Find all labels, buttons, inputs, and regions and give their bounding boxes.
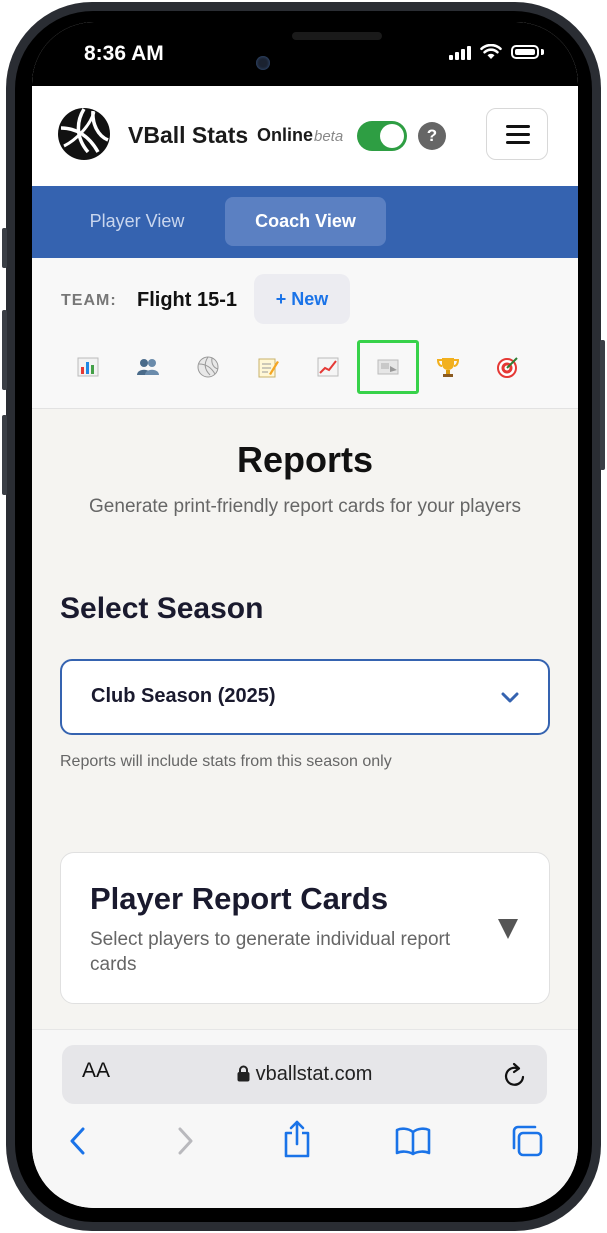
section-icon-row bbox=[32, 340, 578, 396]
lock-icon bbox=[237, 1065, 250, 1082]
action-button bbox=[2, 228, 7, 268]
page-subtitle: Generate print-friendly report cards for… bbox=[89, 496, 521, 517]
team-label: TEAM: bbox=[61, 292, 117, 309]
online-label: Online bbox=[257, 125, 314, 145]
tabs-icon[interactable] bbox=[510, 1124, 544, 1158]
help-button[interactable]: ? bbox=[418, 122, 446, 150]
players-icon[interactable] bbox=[117, 340, 179, 394]
app-title: VBall Stats bbox=[128, 122, 249, 148]
app-header: VBall Stats Online beta ? bbox=[32, 86, 578, 187]
season-dropdown[interactable]: Club Season (2025) bbox=[60, 659, 550, 735]
browser-toolbar: AA vballstat.com bbox=[32, 1029, 578, 1208]
toggle-knob bbox=[380, 124, 404, 148]
hamburger-menu-button[interactable] bbox=[486, 108, 548, 160]
reload-icon[interactable] bbox=[503, 1062, 527, 1088]
view-tabs: Player View Coach View bbox=[32, 186, 578, 258]
volleyball-icon[interactable] bbox=[177, 340, 239, 394]
status-bar: 8:36 AM bbox=[32, 22, 578, 86]
trend-chart-icon[interactable] bbox=[297, 340, 359, 394]
team-bar: TEAM: Flight 15-1 + New bbox=[32, 258, 578, 409]
card-title: Player Report Cards bbox=[90, 881, 389, 916]
url-text: vballstat.com bbox=[255, 1063, 373, 1085]
report-card-icon[interactable] bbox=[357, 340, 419, 394]
address-bar[interactable]: AA vballstat.com bbox=[62, 1045, 547, 1104]
volume-up-button bbox=[2, 310, 7, 390]
tab-player-view[interactable]: Player View bbox=[67, 197, 207, 246]
forward-icon[interactable] bbox=[175, 1126, 195, 1156]
tab-coach-view[interactable]: Coach View bbox=[225, 197, 386, 246]
season-hint: Reports will include stats from this sea… bbox=[60, 753, 392, 770]
player-report-cards-panel[interactable]: Player Report Cards Select players to ge… bbox=[60, 852, 550, 1004]
front-camera bbox=[256, 56, 270, 70]
status-icons bbox=[449, 44, 544, 60]
page-title: Reports bbox=[236, 439, 374, 480]
status-time: 8:36 AM bbox=[84, 42, 164, 65]
beta-label: beta bbox=[314, 128, 344, 145]
notes-icon[interactable] bbox=[237, 340, 299, 394]
power-button bbox=[600, 340, 605, 470]
select-season-heading: Select Season bbox=[60, 592, 264, 625]
screen: 8:36 AM VBall Stats Online beta ? Player… bbox=[32, 22, 578, 1208]
trophy-icon[interactable] bbox=[417, 340, 479, 394]
share-icon[interactable] bbox=[282, 1120, 312, 1158]
new-team-button[interactable]: + New bbox=[254, 274, 350, 324]
volleyball-logo-icon[interactable] bbox=[58, 108, 110, 160]
season-value: Club Season (2025) bbox=[91, 685, 276, 707]
bar-chart-icon[interactable] bbox=[57, 340, 119, 394]
team-name[interactable]: Flight 15-1 bbox=[137, 289, 237, 312]
card-subtitle: Select players to generate individual re… bbox=[90, 929, 451, 975]
expand-triangle-icon[interactable] bbox=[498, 919, 518, 939]
cellular-signal-icon bbox=[449, 44, 471, 60]
speaker-grille bbox=[292, 32, 382, 40]
wifi-icon bbox=[480, 44, 502, 59]
url-display[interactable]: vballstat.com bbox=[62, 1063, 547, 1086]
reports-content: Reports Generate print-friendly report c… bbox=[32, 409, 578, 1029]
battery-tip bbox=[541, 49, 544, 55]
target-icon[interactable] bbox=[477, 340, 539, 394]
chevron-down-icon bbox=[501, 692, 519, 703]
battery-icon bbox=[511, 45, 539, 59]
bookmarks-icon[interactable] bbox=[395, 1126, 431, 1156]
online-toggle[interactable] bbox=[357, 121, 407, 151]
back-icon[interactable] bbox=[68, 1126, 88, 1156]
volume-down-button bbox=[2, 415, 7, 495]
